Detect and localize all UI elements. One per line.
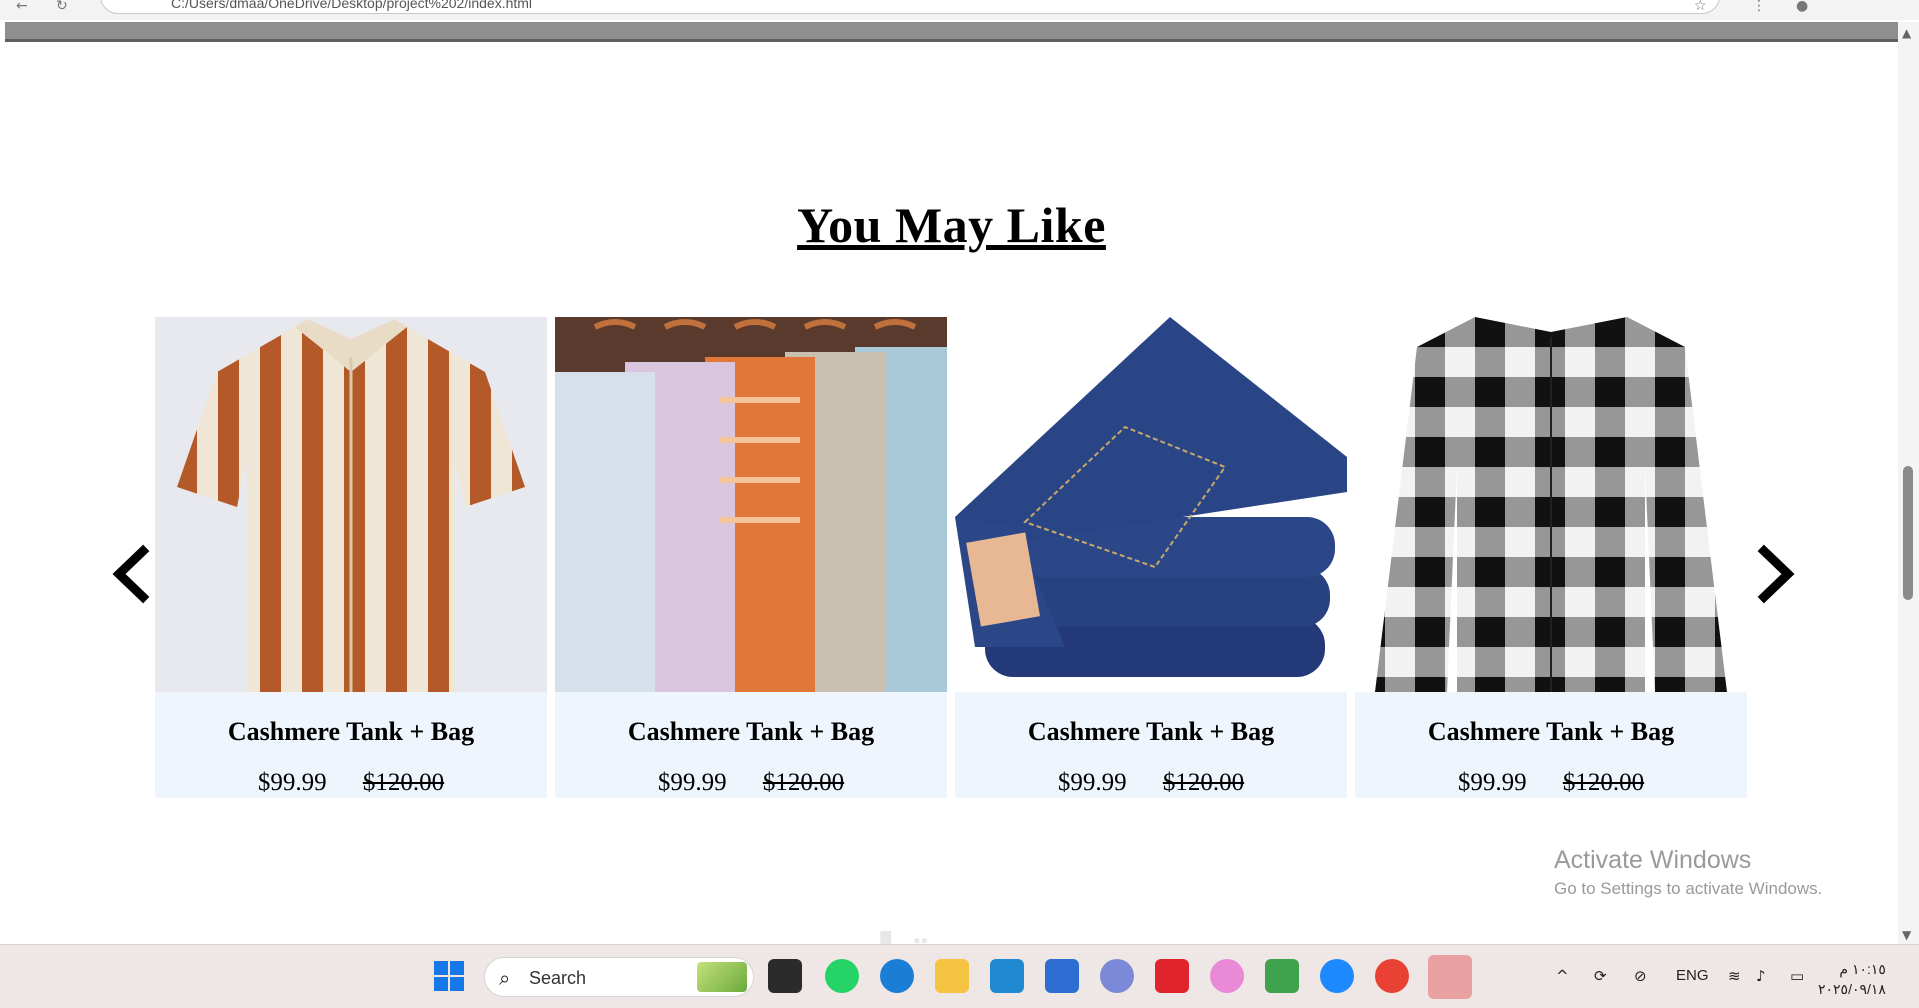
chevron-left-icon xyxy=(112,544,150,604)
page-content: You May Like Cashmere Tank + Bag $99.99 … xyxy=(5,42,1898,993)
network-error-icon[interactable]: ⊘ xyxy=(1634,967,1647,985)
product-image-hanging-shirts[interactable] xyxy=(555,317,947,692)
section-title: You May Like xyxy=(797,197,1106,253)
product-card[interactable]: Cashmere Tank + Bag $99.99 $120.00 xyxy=(955,317,1347,798)
product-old-price: $120.00 xyxy=(1162,769,1245,796)
windows-taskbar: ⌕ Search ^ ⟳ ⊘ ENG ≋ ♪ ▭ ١٠:١٥ م ٢٠٢٥/٠٩… xyxy=(0,944,1919,1008)
file-explorer-icon[interactable] xyxy=(935,959,969,993)
product-card[interactable]: Cashmere Tank + Bag $99.99 $120.00 xyxy=(155,317,547,798)
activate-title: Activate Windows xyxy=(1554,846,1752,874)
address-bar[interactable]: C:/Users/dmaa/OneDrive/Desktop/project%2… xyxy=(100,0,1720,14)
product-price: $99.99 xyxy=(1057,769,1127,796)
product-old-price: $120.00 xyxy=(762,769,845,796)
messenger-icon[interactable] xyxy=(1320,959,1354,993)
price-row: $99.99 $120.00 xyxy=(155,769,547,797)
battery-icon[interactable]: ▭ xyxy=(1790,967,1804,985)
scroll-down-icon[interactable]: ▼ xyxy=(1902,928,1911,942)
product-old-price: $120.00 xyxy=(362,769,445,796)
price-row: $99.99 $120.00 xyxy=(955,769,1347,797)
clock-date: ٢٠٢٥/٠٩/١٨ xyxy=(1818,981,1886,997)
page-scrollbar[interactable]: ▲ ▼ xyxy=(1898,22,1919,944)
language-indicator[interactable]: ENG xyxy=(1676,967,1709,984)
store-icon[interactable] xyxy=(1045,959,1079,993)
sync-icon[interactable]: ⟳ xyxy=(1594,967,1607,985)
product-name: Cashmere Tank + Bag xyxy=(627,717,875,746)
whatsapp-icon[interactable] xyxy=(825,959,859,993)
wps-icon[interactable] xyxy=(1155,959,1189,993)
product-price: $99.99 xyxy=(657,769,727,796)
taskbar-clock[interactable]: ١٠:١٥ م ٢٠٢٥/٠٩/١٨ xyxy=(1818,959,1886,999)
price-row: $99.99 $120.00 xyxy=(1355,769,1747,797)
vscode-icon[interactable] xyxy=(990,959,1024,993)
product-name: Cashmere Tank + Bag xyxy=(1427,717,1675,746)
scroll-thumb[interactable] xyxy=(1903,466,1913,600)
product-price: $99.99 xyxy=(257,769,327,796)
carousel-next-button[interactable] xyxy=(1752,539,1802,609)
carousel-prev-button[interactable] xyxy=(105,539,155,609)
product-image-plaid-shirt[interactable] xyxy=(1355,317,1747,692)
page-header-bar xyxy=(5,22,1898,42)
search-label: Search xyxy=(529,968,587,988)
chrome-icon[interactable] xyxy=(1375,959,1409,993)
product-name: Cashmere Tank + Bag xyxy=(1027,717,1275,746)
start-button[interactable] xyxy=(434,961,466,993)
product-card[interactable]: Cashmere Tank + Bag $99.99 $120.00 xyxy=(1355,317,1747,798)
clock-time: ١٠:١٥ م xyxy=(1839,961,1886,977)
copilot-icon[interactable] xyxy=(1210,959,1244,993)
favorites-icon[interactable]: ⋮ xyxy=(1752,0,1766,13)
star-icon[interactable]: ☆ xyxy=(1694,0,1707,13)
product-image-folded-jeans[interactable] xyxy=(955,317,1347,692)
back-icon[interactable]: ← xyxy=(16,0,28,13)
task-view-icon[interactable] xyxy=(768,959,802,993)
wifi-icon[interactable]: ≋ xyxy=(1728,967,1741,985)
address-text: C:/Users/dmaa/OneDrive/Desktop/project%2… xyxy=(171,0,533,11)
activate-windows-watermark: Activate Windows Go to Settings to activ… xyxy=(1554,846,1822,899)
taskbar-search[interactable]: ⌕ Search xyxy=(484,957,754,997)
snipping-tool-icon[interactable] xyxy=(1428,955,1472,999)
search-highlight-icon xyxy=(697,962,747,992)
copilot-app-icon[interactable] xyxy=(1100,959,1134,993)
scroll-up-icon[interactable]: ▲ xyxy=(1902,26,1911,40)
activate-subtitle: Go to Settings to activate Windows. xyxy=(1554,879,1823,898)
edge-icon[interactable] xyxy=(880,959,914,993)
profile-icon[interactable]: ● xyxy=(1796,0,1808,13)
browser-toolbar: ← ↻ C:/Users/dmaa/OneDrive/Desktop/proje… xyxy=(0,0,1919,20)
product-name: Cashmere Tank + Bag xyxy=(227,717,475,746)
search-icon: ⌕ xyxy=(499,966,511,990)
chevron-right-icon xyxy=(1757,544,1795,604)
nodejs-icon[interactable] xyxy=(1265,959,1299,993)
product-card[interactable]: Cashmere Tank + Bag $99.99 $120.00 xyxy=(555,317,947,798)
volume-icon[interactable]: ♪ xyxy=(1756,967,1766,985)
product-old-price: $120.00 xyxy=(1562,769,1645,796)
price-row: $99.99 $120.00 xyxy=(555,769,947,797)
product-image-striped-shirt[interactable] xyxy=(155,317,547,692)
refresh-icon[interactable]: ↻ xyxy=(56,0,68,13)
chevron-up-icon[interactable]: ^ xyxy=(1556,967,1569,985)
product-price: $99.99 xyxy=(1457,769,1527,796)
